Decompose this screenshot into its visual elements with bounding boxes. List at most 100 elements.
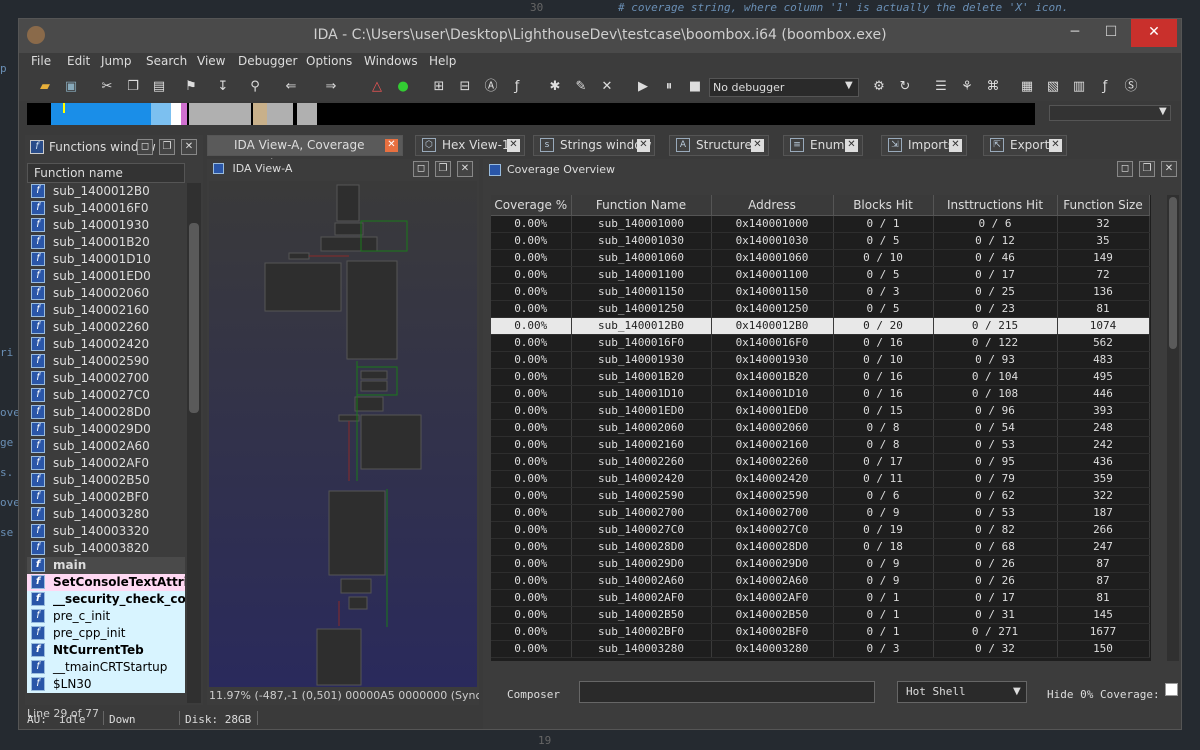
menu-windows[interactable]: Windows (364, 54, 418, 68)
list-item[interactable]: f sub_140002260 (27, 319, 185, 336)
list-item[interactable]: f sub_1400027C0 (27, 387, 185, 404)
tab-imports[interactable]: ⇲ Imports ✕ (881, 135, 967, 156)
list-item[interactable]: f sub_140003320 (27, 523, 185, 540)
close-icon[interactable]: ✕ (637, 139, 650, 152)
list-item[interactable]: f sub_140001ED0 (27, 268, 185, 285)
table-row[interactable]: 0.00% sub_140002060 0x140002060 0 / 80 / 54… (491, 419, 1150, 437)
func-e-icon[interactable]: ✱ (545, 77, 565, 97)
play-icon[interactable]: ▶ (633, 77, 653, 97)
function-list[interactable]: f sub_1400012B0 f sub_1400016F0 f sub_1400019… (27, 183, 185, 703)
column-address[interactable]: Address (711, 195, 834, 216)
list-item[interactable]: f sub_140002A60 (27, 438, 185, 455)
table-row[interactable]: 0.00% sub_140001250 0x140001250 0 / 50 / 23… (491, 300, 1150, 318)
graph-block[interactable] (346, 260, 398, 360)
tab-strings[interactable]: s Strings window ✕ (533, 135, 655, 156)
close-icon[interactable]: ✕ (507, 139, 520, 152)
table-row[interactable]: 0.00% sub_140002AF0 0x140002AF0 0 / 10 / 17… (491, 589, 1150, 607)
minimize-button[interactable]: ─ (1055, 19, 1095, 47)
table-row[interactable]: 0.00% sub_140002260 0x140002260 0 / 17 0 / 9… (491, 453, 1150, 471)
table-row[interactable]: 0.00% sub_140002160 0x140002160 0 / 80 / 53… (491, 436, 1150, 454)
list-item[interactable]: f __security_check_cookie (27, 591, 185, 608)
table-row[interactable]: 0.00% sub_140001150 0x140001150 0 / 30 / 25… (491, 283, 1150, 301)
tab-hex-view[interactable]: ⬡ Hex View-1 ✕ (415, 135, 525, 156)
list-item[interactable]: f pre_cpp_init (27, 625, 185, 642)
navigation-band[interactable] (27, 103, 1035, 125)
tab-exports[interactable]: ⇱ Exports ✕ (983, 135, 1067, 156)
table-row[interactable]: 0.00% sub_1400027C0 0x1400027C0 0 / 19 0 / 8… (491, 521, 1150, 539)
table-row[interactable]: 0.00% sub_140001030 0x140001030 0 / 50 / 12… (491, 232, 1150, 250)
column-instructions-hit[interactable]: Insttructions Hit (933, 195, 1058, 216)
table-row[interactable]: 0.00% sub_140002BF0 0x140002BF0 0 / 10 / 27… (491, 623, 1150, 641)
list-item[interactable]: f SetConsoleTextAttribute (27, 574, 185, 591)
close-icon[interactable]: ✕ (949, 139, 962, 152)
table-row[interactable]: 0.00% sub_140002700 0x140002700 0 / 90 / 53… (491, 504, 1150, 522)
debugger-select[interactable]: No debugger (709, 78, 859, 97)
table-row[interactable]: 0.00% sub_140001060 0x140001060 0 / 10 0 / 4… (491, 249, 1150, 267)
restore-icon[interactable]: ❐ (159, 139, 175, 155)
table-row[interactable]: 0.00% sub_140002590 0x140002590 0 / 60 / 62… (491, 487, 1150, 505)
table-row[interactable]: 0.00% sub_140002420 0x140002420 0 / 11 0 / 7… (491, 470, 1150, 488)
graph-block[interactable] (360, 414, 422, 470)
table-row[interactable]: 0.00% sub_140001000 0x140001000 0 / 10 / 63… (491, 215, 1150, 233)
graph-block[interactable] (264, 262, 342, 312)
refresh-icon[interactable]: ↻ (895, 77, 915, 97)
list-icon[interactable]: ☰ (931, 77, 951, 97)
nav-select[interactable] (1049, 105, 1171, 121)
close-icon[interactable]: ✕ (845, 139, 858, 152)
list-item[interactable]: f sub_140001D10 (27, 251, 185, 268)
list-item[interactable]: f main (27, 557, 185, 574)
func-a-icon[interactable]: ⊞ (429, 77, 449, 97)
column-function-name[interactable]: Function Name (571, 195, 712, 216)
table-row[interactable]: 0.00% sub_140002A60 0x140002A60 0 / 90 / 26… (491, 572, 1150, 590)
float-icon[interactable]: ◻ (413, 161, 429, 177)
close-icon[interactable]: ✕ (1161, 161, 1177, 177)
composer-input[interactable] (579, 681, 875, 703)
stop-icon[interactable]: ■ (685, 77, 705, 97)
title-bar[interactable]: IDA - C:\Users\user\Desktop\LighthouseDe… (19, 19, 1181, 53)
shell-select[interactable]: Hot Shell (897, 681, 1027, 703)
green-icon[interactable]: ● (393, 77, 413, 97)
jump-icon[interactable]: ↧ (213, 77, 233, 97)
list-item[interactable]: f sub_140002AF0 (27, 455, 185, 472)
close-icon[interactable]: ✕ (385, 139, 398, 152)
list-item[interactable]: f sub_1400028D0 (27, 404, 185, 421)
table-row[interactable]: 0.00% sub_1400012B0 0x1400012B0 0 / 20 0 / 2… (491, 317, 1150, 335)
list-item[interactable]: f sub_140002420 (27, 336, 185, 353)
list-item[interactable]: f NtCurrentTeb (27, 642, 185, 659)
float-icon[interactable]: ◻ (1117, 161, 1133, 177)
list-item[interactable]: f sub_1400029D0 (27, 421, 185, 438)
list-item[interactable]: f sub_140001930 (27, 217, 185, 234)
function-name-header[interactable]: Function name (27, 163, 185, 183)
graph-block[interactable] (360, 370, 388, 380)
tab-ida-view-coverage[interactable]: IDA View-A, Coverage Overview ✕ (207, 135, 403, 171)
list-item[interactable]: f sub_140002060 (27, 285, 185, 302)
column-coverage[interactable]: Coverage % (491, 195, 572, 216)
table-row[interactable]: 0.00% sub_140002B50 0x140002B50 0 / 10 / 31… (491, 606, 1150, 624)
debug-option-icon[interactable]: ⚙ (869, 77, 889, 97)
graph-block[interactable] (348, 596, 368, 610)
close-button[interactable]: ✕ (1131, 19, 1177, 47)
list-item[interactable]: f sub_140002B50 (27, 472, 185, 489)
table-row[interactable]: 0.00% sub_140001B20 0x140001B20 0 / 16 0 / 1… (491, 368, 1150, 386)
list-item[interactable]: f sub_140002700 (27, 370, 185, 387)
paste-icon[interactable]: ▤ (149, 77, 169, 97)
graph-block[interactable] (338, 414, 360, 422)
back-icon[interactable]: ⇐ (281, 77, 301, 97)
close-icon[interactable]: ✕ (457, 161, 473, 177)
menu-view[interactable]: View (197, 54, 225, 68)
table-row[interactable]: 0.00% sub_140001930 0x140001930 0 / 10 0 / 9… (491, 351, 1150, 369)
list-item[interactable]: f sub_140002160 (27, 302, 185, 319)
column-blocks-hit[interactable]: Blocks Hit (833, 195, 934, 216)
column-function-size[interactable]: Function Size (1057, 195, 1150, 216)
cut-icon[interactable]: ✂ (97, 77, 117, 97)
graph-block[interactable] (354, 396, 384, 412)
hide-zero-coverage-checkbox[interactable] (1165, 683, 1178, 696)
table-row[interactable]: 0.00% sub_140001100 0x140001100 0 / 50 / 17… (491, 266, 1150, 284)
graph-block[interactable] (334, 222, 364, 236)
float-icon[interactable]: ◻ (137, 139, 153, 155)
close-icon[interactable]: ✕ (1049, 139, 1062, 152)
list-item[interactable]: f sub_1400016F0 (27, 200, 185, 217)
menu-search[interactable]: Search (146, 54, 187, 68)
menu-help[interactable]: Help (429, 54, 456, 68)
restore-icon[interactable]: ❐ (1139, 161, 1155, 177)
